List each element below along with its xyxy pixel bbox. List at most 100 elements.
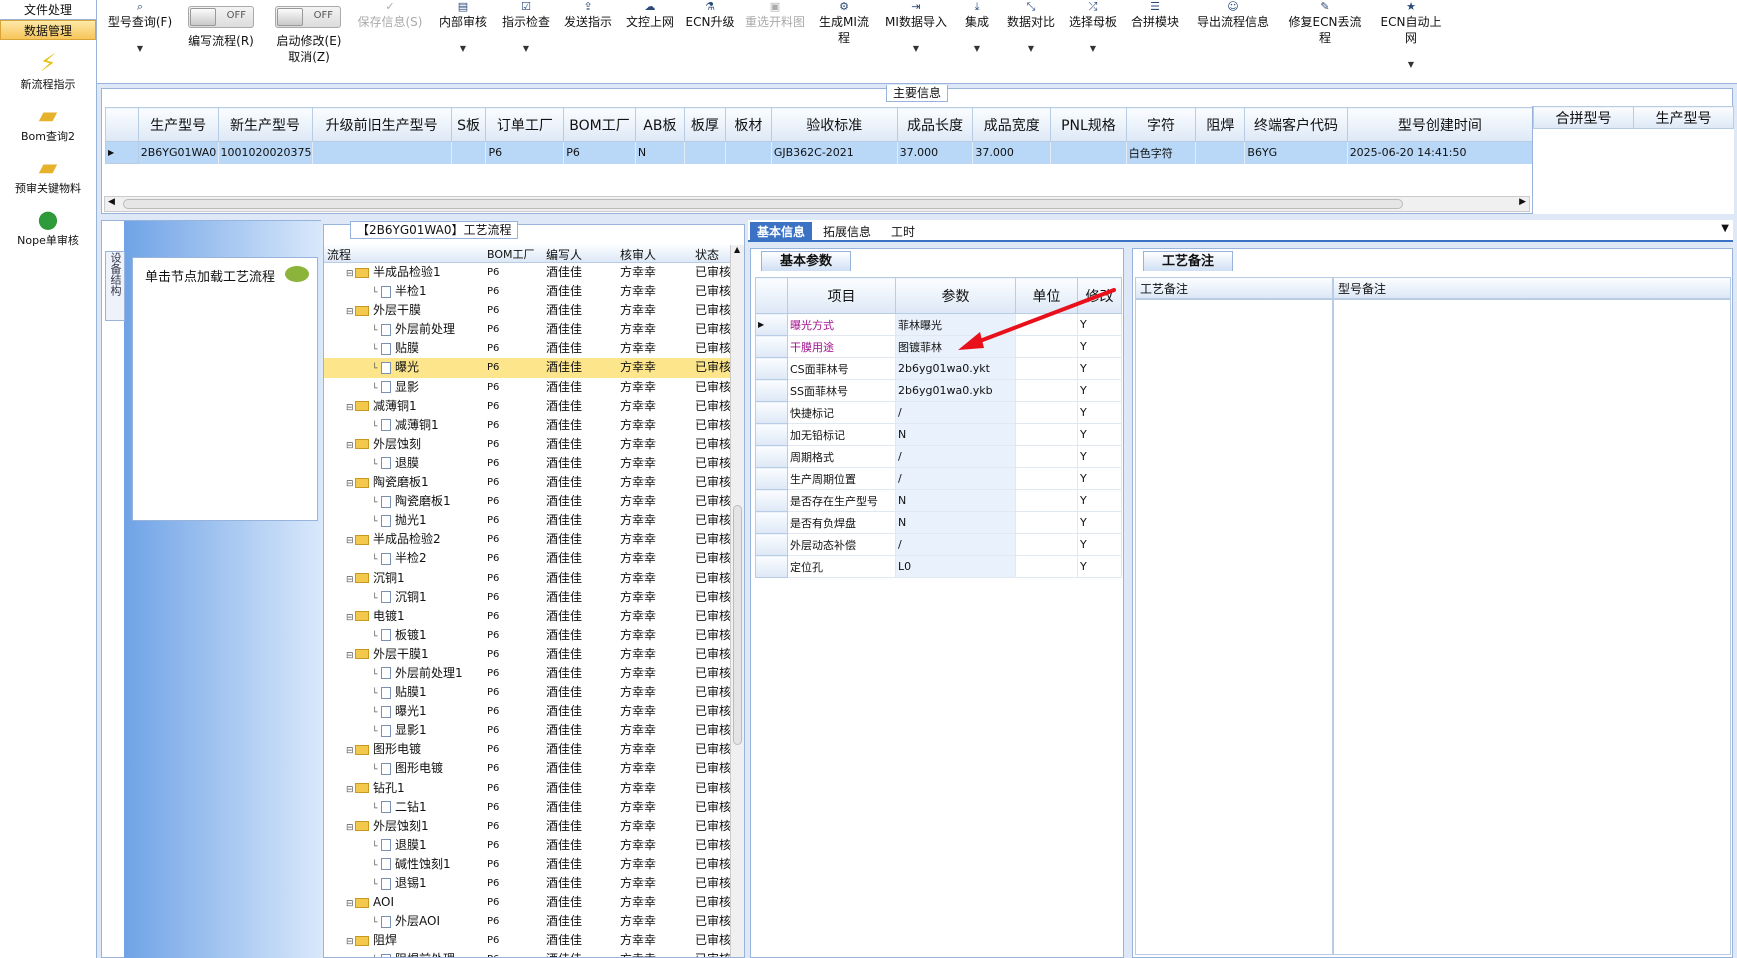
col-header[interactable]: AB板: [634, 107, 685, 142]
col-header[interactable]: 升级前旧生产型号: [311, 107, 452, 142]
start-edit-toggle[interactable]: OFF: [275, 6, 341, 28]
chevron-down-icon[interactable]: ▼: [1721, 223, 1729, 234]
param-value[interactable]: 2b6yg01wa0.ykt: [895, 357, 1016, 380]
tree-row[interactable]: └ 退膜1 P6 酒佳佳 方幸幸 已审核: [324, 836, 730, 855]
table-cell[interactable]: 白色字符: [1126, 141, 1197, 164]
tree-node[interactable]: └ 外层前处理1: [372, 664, 463, 685]
tab-work-hours[interactable]: 工时: [884, 222, 922, 242]
merge-col-header[interactable]: 合拼型号: [1533, 106, 1634, 129]
param-value[interactable]: N: [895, 489, 1016, 512]
tree-node[interactable]: ⊟ 外层干膜1: [346, 645, 429, 666]
table-cell[interactable]: 37.000: [897, 141, 974, 164]
instruction-check-button[interactable]: ☑ 指示检查 ▼: [497, 0, 555, 56]
tree-node[interactable]: ⊟ 阻焊: [346, 931, 397, 952]
scroll-right-icon[interactable]: ▶: [1519, 197, 1526, 207]
param-value[interactable]: /: [895, 445, 1016, 468]
tree-row[interactable]: ⊟ 钻孔1 P6 酒佳佳 方幸幸 已审核: [324, 779, 730, 798]
table-cell[interactable]: 10010200203757: [218, 141, 313, 164]
tree-node[interactable]: └ 贴膜1: [372, 683, 427, 704]
tree-node[interactable]: └ 二钻1: [372, 798, 427, 819]
param-modify[interactable]: Y: [1077, 467, 1122, 490]
col-header[interactable]: 板材: [724, 107, 772, 142]
param-value[interactable]: /: [895, 533, 1016, 556]
col-header[interactable]: 板厚: [683, 107, 726, 142]
internal-review-button[interactable]: ▤ 内部审核 ▼: [434, 0, 492, 56]
tree-node[interactable]: └ 碱性蚀刻1: [372, 855, 451, 876]
horizontal-scrollbar[interactable]: ◀ ▶: [104, 196, 1530, 212]
tree-row[interactable]: └ 曝光 P6 酒佳佳 方幸幸 已审核: [324, 358, 730, 378]
col-header[interactable]: 验收标准: [770, 107, 898, 142]
param-row[interactable]: 外层动态补偿 / Y: [755, 533, 1122, 556]
table-cell[interactable]: 2025-06-20 14:41:50: [1347, 141, 1534, 164]
tree-node[interactable]: ⊟ 减薄铜1: [346, 397, 417, 418]
param-modify[interactable]: Y: [1077, 489, 1122, 512]
param-row[interactable]: 周期格式 / Y: [755, 445, 1122, 468]
col-header[interactable]: 阻焊: [1195, 107, 1246, 142]
param-value[interactable]: N: [895, 511, 1016, 534]
tree-node[interactable]: └ 贴膜: [372, 339, 419, 360]
tree-row[interactable]: ⊟ 外层蚀刻 P6 酒佳佳 方幸幸 已审核: [324, 435, 730, 454]
tree-row[interactable]: ⊟ 电镀1 P6 酒佳佳 方幸幸 已审核: [324, 607, 730, 626]
tab-basic-info[interactable]: 基本信息: [750, 222, 813, 242]
tree-row[interactable]: └ 显影1 P6 酒佳佳 方幸幸 已审核: [324, 721, 730, 740]
generate-mi-button[interactable]: ⚙ 生成MI流程: [815, 0, 873, 46]
col-header[interactable]: 生产型号: [137, 107, 219, 142]
tree-row[interactable]: ⊟ 半成品检验1 P6 酒佳佳 方幸幸 已审核: [324, 263, 730, 282]
param-modify[interactable]: Y: [1077, 555, 1122, 578]
merge-col-header[interactable]: 生产型号: [1633, 106, 1734, 129]
tree-row[interactable]: └ 沉铜1 P6 酒佳佳 方幸幸 已审核: [324, 588, 730, 607]
col-header[interactable]: 订单工厂: [485, 107, 565, 142]
tree-row[interactable]: ⊟ 减薄铜1 P6 酒佳佳 方幸幸 已审核: [324, 397, 730, 416]
col-header[interactable]: 型号创建时间: [1346, 107, 1534, 142]
param-modify[interactable]: Y: [1077, 423, 1122, 446]
reselect-image-button[interactable]: ▣ 重选开料图: [742, 0, 808, 30]
tree-node[interactable]: ⊟ AOI: [346, 893, 394, 914]
tree-node[interactable]: └ 图形电镀: [372, 759, 443, 780]
nav-item-new-flow[interactable]: ⚡ 新流程指示: [0, 48, 96, 92]
tree-node[interactable]: ⊟ 电镀1: [346, 607, 405, 628]
param-modify[interactable]: Y: [1077, 401, 1122, 424]
nav-item-pre-review[interactable]: ▰ 预审关键物料: [0, 152, 96, 196]
tree-row[interactable]: └ 抛光1 P6 酒佳佳 方幸幸 已审核: [324, 511, 730, 530]
param-row[interactable]: 加无铅标记 N Y: [755, 423, 1122, 446]
tree-row[interactable]: ⊟ 阻焊 P6 酒佳佳 方幸幸 已审核: [324, 931, 730, 950]
tree-node[interactable]: ⊟ 图形电镀: [346, 740, 421, 761]
param-row[interactable]: 快捷标记 / Y: [755, 401, 1122, 424]
table-cell[interactable]: [451, 141, 487, 164]
tree-node[interactable]: └ 板镀1: [372, 626, 427, 647]
param-value[interactable]: /: [895, 401, 1016, 424]
col-header[interactable]: 修改: [1077, 277, 1122, 314]
col-header[interactable]: 核审人: [620, 246, 656, 263]
param-value[interactable]: 2b6yg01wa0.ykb: [895, 379, 1016, 402]
scroll-up-icon[interactable]: ▲: [734, 245, 740, 254]
tree-row[interactable]: └ 碱性蚀刻1 P6 酒佳佳 方幸幸 已审核: [324, 855, 730, 874]
tree-row[interactable]: └ 外层前处理 P6 酒佳佳 方幸幸 已审核: [324, 320, 730, 339]
param-row[interactable]: 生产周期位置 / Y: [755, 467, 1122, 490]
tree-node[interactable]: └ 沉铜1: [372, 588, 427, 609]
param-modify[interactable]: Y: [1077, 335, 1122, 358]
tree-node[interactable]: └ 退膜1: [372, 836, 427, 857]
col-header[interactable]: PNL规格: [1050, 107, 1127, 142]
col-header[interactable]: 参数: [895, 277, 1016, 314]
tree-row[interactable]: ⊟ 图形电镀 P6 酒佳佳 方幸幸 已审核: [324, 740, 730, 759]
tree-row[interactable]: └ 贴膜 P6 酒佳佳 方幸幸 已审核: [324, 339, 730, 358]
ecn-upgrade-button[interactable]: ⚗ ECN升级: [683, 0, 737, 30]
param-modify[interactable]: Y: [1077, 313, 1122, 336]
tree-node[interactable]: └ 外层前处理: [372, 320, 455, 341]
tree-row[interactable]: ⊟ 半成品检验2 P6 酒佳佳 方幸幸 已审核: [324, 530, 730, 549]
tree-node[interactable]: ⊟ 外层蚀刻1: [346, 817, 429, 838]
tree-node[interactable]: └ 退锡1: [372, 874, 427, 895]
param-row[interactable]: ▶ 曝光方式 菲林曝光 Y: [755, 313, 1122, 336]
tree-row[interactable]: └ 半检2 P6 酒佳佳 方幸幸 已审核: [324, 549, 730, 568]
export-flow-button[interactable]: ☺ 导出流程信息: [1191, 0, 1275, 30]
param-modify[interactable]: Y: [1077, 445, 1122, 468]
param-value[interactable]: L0: [895, 555, 1016, 578]
structure-vertical-tab[interactable]: 设备结构: [105, 251, 125, 321]
col-header[interactable]: 单位: [1015, 277, 1078, 314]
doc-upload-button[interactable]: ☁ 文控上网: [621, 0, 679, 30]
tab-process-note[interactable]: 工艺备注: [1143, 251, 1234, 271]
tree-node[interactable]: ⊟ 外层蚀刻: [346, 435, 421, 456]
col-header[interactable]: S板: [450, 107, 487, 142]
tree-node[interactable]: └ 减薄铜1: [372, 416, 439, 437]
tree-node[interactable]: └ 曝光1: [372, 702, 427, 723]
